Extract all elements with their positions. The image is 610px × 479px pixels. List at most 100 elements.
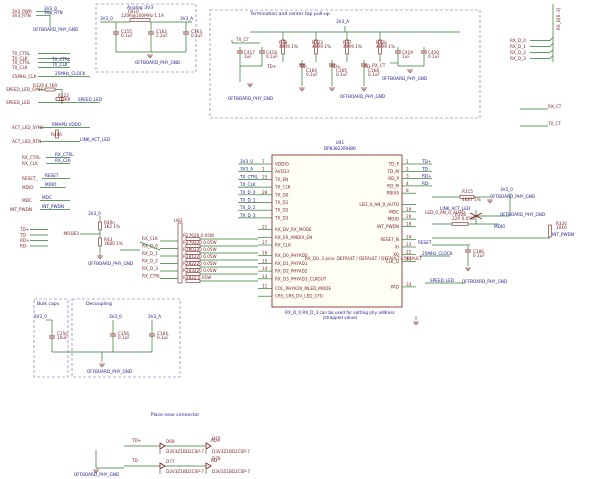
power-label: 3V3_0 <box>500 187 513 192</box>
pin-number: 23 <box>406 242 412 247</box>
pin-name: TX_D3 <box>274 215 289 220</box>
speed-led-label: SPEED_LED <box>430 278 454 283</box>
pin-name: TX_D1 <box>274 200 289 205</box>
led-net: SPEED_LED <box>6 100 30 105</box>
pin-name: RESET_N <box>380 237 399 242</box>
pin-number: 1 <box>406 159 409 164</box>
tx-ct-label: TX_CT <box>235 37 249 42</box>
part-value: R283220 0.05W <box>183 268 217 273</box>
part-value: 0.1uF <box>368 72 380 77</box>
mdio-label: MDIO <box>494 224 506 229</box>
act-net: ACT_LED_RTN <box>12 139 41 144</box>
reset-label: RESET <box>418 240 432 245</box>
part-value: 0.1uF <box>428 54 440 59</box>
pin-number: 33 <box>406 282 412 287</box>
act-net: ACT_LED_SYNC <box>12 125 44 130</box>
pin-name: RX_D2_PHYAD2 <box>275 269 308 274</box>
part-value: D3V3Z1BD2CSP-7 <box>166 469 204 474</box>
part-value: 0.1uF <box>266 54 278 59</box>
part-ref: R406 <box>51 132 62 137</box>
phy-output-label: RD- <box>422 181 430 186</box>
pin-name: TD_P <box>388 162 400 167</box>
rx-net: RX_CTRL <box>22 155 41 160</box>
schematic-drawing: 3V3_PWR3V3_03V3_RTN3V3_RTNOFFBOARD_PHY_G… <box>6 3 574 477</box>
phy-output-label: RD+ <box>422 174 432 179</box>
ground-net-label: OFFBOARD_PHY_GND <box>500 212 545 217</box>
ct-label: RX_CT <box>548 104 562 109</box>
pin-name: RX_DV_RX_MODE <box>275 227 312 232</box>
pin-number: 18 <box>406 221 412 226</box>
chip-ref: U41 <box>336 140 345 145</box>
part-ref: D70 <box>212 436 221 441</box>
part-value: 10uF <box>57 335 68 340</box>
tx-net: TX_CLK <box>11 65 28 70</box>
phy-note: (strapped value) <box>323 315 358 320</box>
pin-name: INT_PWDN <box>377 224 399 229</box>
part-value: D3V3Z1BD2CSP-7 <box>212 469 250 474</box>
part-value: 22R 0.05W <box>452 216 475 221</box>
mdio-label: MDIO <box>45 182 57 187</box>
part-value: 1K RR <box>58 97 71 102</box>
part-ref: D69 <box>166 439 175 444</box>
part-value: 0.1uF <box>306 72 318 77</box>
mode-pin: RD- <box>20 244 28 249</box>
pin-name: RBIAS <box>386 191 399 196</box>
wire <box>549 49 554 53</box>
clock-net: 25MHz_CLK <box>12 74 37 79</box>
resistor-R329 <box>44 87 56 92</box>
pin-name: AVD33 <box>275 169 289 174</box>
tvs-diode <box>159 442 166 450</box>
rx-array-U83 <box>177 222 183 284</box>
mdio-net: MDIO <box>22 185 34 190</box>
pin-number: 22 <box>406 249 412 254</box>
rx-array-net: RX_D_2 <box>142 259 158 264</box>
part-value: 0.1uF <box>336 72 348 77</box>
part-value: 10K0 <box>556 225 567 230</box>
part-value: 49R9 1% <box>312 44 331 49</box>
ferrite-FB10 <box>129 18 151 22</box>
rx-bus-net: RX_D_3 <box>510 56 526 61</box>
tvs-diode <box>205 462 212 470</box>
rx-array-net: RX_D_1 <box>142 251 158 256</box>
mode-power-label: 3V3_0 <box>88 211 101 216</box>
node-label: TD+ <box>266 64 277 69</box>
phy-output-label: TD+ <box>421 159 432 164</box>
rx-array-net: RX_CTRL <box>142 274 161 279</box>
part-value: 49R9 1% <box>376 44 395 49</box>
part-value: R280220 0.05W <box>183 247 217 252</box>
int-label: INT_PWDN <box>42 204 64 209</box>
pin-number: 11 <box>262 284 268 289</box>
pin-number: 14 <box>262 266 268 271</box>
pin-name: RX_D0_PHYAD0 <box>275 253 308 258</box>
pin-number: 19 <box>406 207 412 212</box>
phy-input-label: 3V3_0 <box>240 159 253 164</box>
clock-label: 25MHz_CLOCK <box>422 251 453 256</box>
schematic-canvas: 3V3_PWR 3V3_0 3V3_RTN 3V3_RTN OFFBOARD_PHY_G… <box>0 0 610 479</box>
part-value: R279220 0.05W <box>183 240 217 245</box>
mdc-label: MDC <box>42 195 52 200</box>
phy-output-label: TD- <box>421 166 430 171</box>
part-ref: D78 <box>212 456 221 461</box>
termination-net-label: 3V3_A <box>336 19 349 24</box>
pin-number: 24 <box>406 235 412 240</box>
mode-pin: TD+ <box>19 227 30 232</box>
ground-net-label: OFFBOARD_PHY_GND <box>135 60 180 65</box>
tx-net-label: TX_CLK <box>51 62 68 67</box>
int-pwdn-label: INT_PWDN <box>552 232 574 237</box>
part-value: 0.1uF <box>473 253 485 258</box>
phy-input-label: TX_D_1 <box>239 198 256 203</box>
rx-net-label: RX_CTRL <box>55 152 74 157</box>
chip-part: DP83822IRHBR <box>324 146 356 151</box>
part-value: 4.7KR <box>45 83 57 88</box>
part-note: RMAPD VDDO <box>52 122 82 127</box>
part-value: 49R9 1% <box>343 44 362 49</box>
pin-number: 15 <box>262 258 268 263</box>
part-value: 1uF <box>402 54 410 59</box>
termination-title: Termination and center tap pull-up <box>249 11 330 17</box>
ground-net-label: OFFBOARD_PHY_GND <box>88 261 133 266</box>
mode-pin: RD+ <box>20 238 30 243</box>
mode-label: MODE3 <box>64 231 80 236</box>
pin-number: 21 <box>262 225 268 230</box>
part-ref: U83 <box>174 218 183 223</box>
mdc-net: MDC <box>22 198 32 203</box>
